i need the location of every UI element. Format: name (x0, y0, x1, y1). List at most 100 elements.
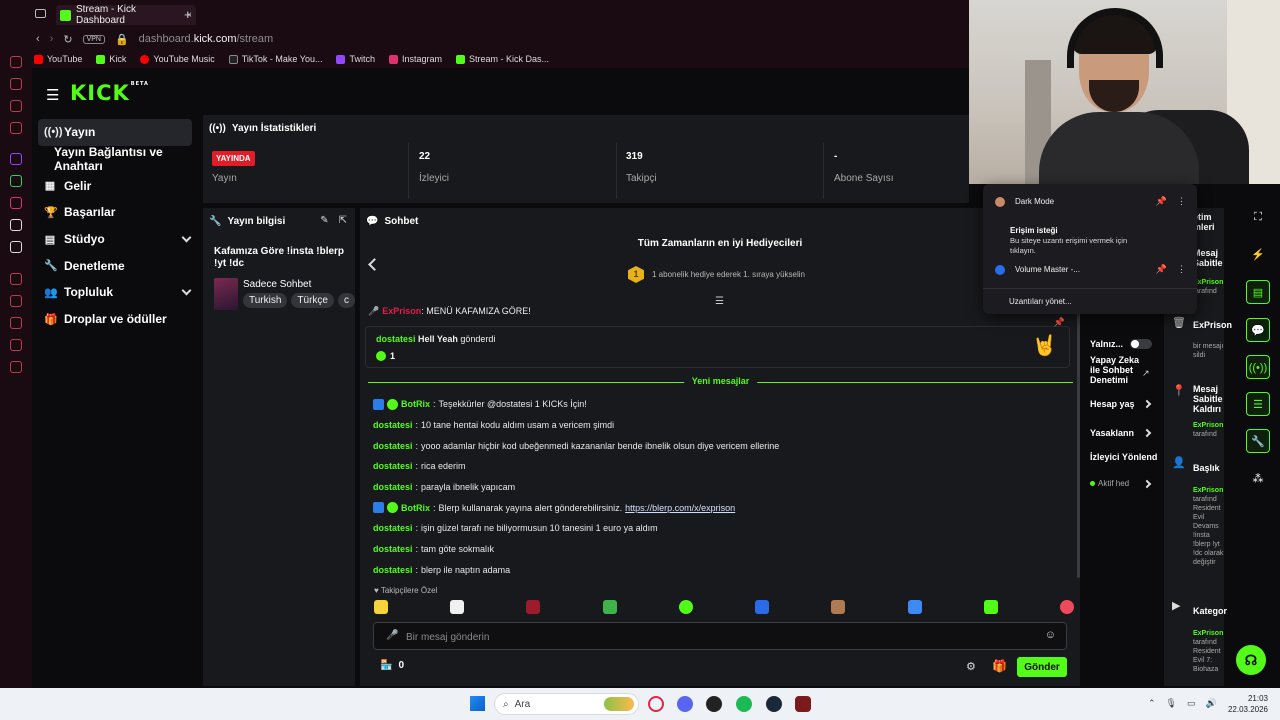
instagram-icon[interactable] (10, 197, 22, 209)
browser-tab-kick[interactable]: Stream - Kick Dashboard × (56, 4, 196, 26)
nav-item-drops[interactable]: 🎁 Droplar ve ödüller (38, 306, 198, 333)
url-text[interactable]: dashboard.kick.com/stream (139, 33, 274, 45)
steam-icon[interactable] (766, 696, 782, 712)
broadcast-icon[interactable]: ((•)) (1246, 355, 1270, 379)
emote-icon[interactable] (526, 600, 541, 614)
extension-volume-master[interactable]: Volume Master -... 📌 ⋮ (995, 264, 1186, 275)
windows-start-icon[interactable] (470, 696, 485, 711)
new-tab-button[interactable]: + (184, 7, 192, 22)
edit-icon[interactable]: ✎ (320, 215, 328, 226)
reload-icon[interactable]: ↻ (63, 33, 72, 46)
moderation-list-icon[interactable]: ☰ (1246, 392, 1270, 416)
document-icon[interactable]: ▤ (1246, 280, 1270, 304)
menu-icon[interactable]: ☰ (46, 86, 59, 104)
speaker-icon[interactable]: 🔊 (1206, 698, 1217, 709)
mod-item-account-age[interactable]: Hesap yaş (1090, 399, 1135, 409)
emote-icon[interactable] (602, 600, 617, 614)
game-icon[interactable] (795, 696, 811, 712)
bookmark-youtube-music[interactable]: YouTube Music (140, 54, 215, 64)
kick-logo[interactable]: KICKBETA (70, 81, 149, 105)
twitch-icon[interactable] (10, 153, 22, 165)
emote-icon[interactable] (831, 600, 846, 614)
sidebar-app-icon[interactable] (10, 56, 22, 68)
settings-icon[interactable] (10, 361, 22, 373)
fullscreen-icon[interactable]: ⛶ (1246, 205, 1270, 229)
send-button[interactable]: Gönder (1017, 657, 1067, 677)
support-chat-icon[interactable]: ☊ (1236, 645, 1266, 675)
emote-icon[interactable] (678, 600, 693, 614)
sidebar-app-icon[interactable] (10, 273, 22, 285)
nav-item-revenue[interactable]: ▦ Gelir (38, 172, 198, 199)
spotify-icon[interactable] (736, 696, 752, 712)
pin-icon[interactable]: 📌 (1054, 317, 1065, 328)
bookmark-tiktok[interactable]: TikTok - Make You... (228, 54, 322, 64)
chat-scrollbar[interactable] (1077, 308, 1080, 578)
nav-item-stream[interactable]: ((•)) Yayın (38, 119, 192, 146)
mod-item-followers-only[interactable]: Yalnız... (1090, 339, 1123, 349)
opera-taskbar-icon[interactable] (648, 696, 664, 712)
sidebar-app-icon[interactable] (10, 78, 22, 90)
lightning-icon[interactable]: ⚡ (1246, 243, 1270, 267)
more-options-icon[interactable]: ⋮ (1177, 196, 1186, 207)
gift-icon[interactable]: 🎁 (992, 659, 1007, 673)
emoji-icon[interactable]: ☺ (1045, 629, 1056, 641)
back-icon[interactable]: ‹ (36, 33, 40, 45)
bookmark-instagram[interactable]: Instagram (388, 54, 442, 64)
more-options-icon[interactable]: ⋮ (1177, 264, 1186, 275)
emote-icon[interactable] (1059, 600, 1074, 614)
wrench-icon[interactable]: 🔧 (1246, 429, 1270, 453)
mod-item-ai-moderation[interactable]: Yapay Zeka ile Sohbet Denetimi (1090, 355, 1142, 385)
manage-extensions-link[interactable]: Uzantıları yönet... (983, 288, 1197, 314)
chevron-up-icon[interactable]: ⌃ (1148, 698, 1156, 709)
active-target[interactable]: Aktif hed (1090, 479, 1129, 489)
external-link-icon[interactable]: ↗ (1142, 368, 1150, 379)
followers-only-toggle[interactable] (1130, 339, 1152, 349)
microphone-icon[interactable]: 🎙 (1166, 698, 1177, 709)
discord-icon[interactable] (677, 696, 693, 712)
sidebar-app-icon[interactable] (10, 295, 22, 307)
sidebar-app-icon[interactable] (10, 100, 22, 112)
chevron-left-icon[interactable] (368, 258, 381, 271)
bookmark-kick[interactable]: Kick (96, 54, 126, 64)
nav-item-studio[interactable]: ▤ Stüdyo (38, 226, 198, 253)
emote-icon[interactable] (450, 600, 465, 614)
bookmark-kick-dashboard[interactable]: Stream - Kick Das... (456, 54, 549, 64)
chat-link[interactable]: https://blerp.com/x/exprison (625, 503, 735, 513)
obs-icon[interactable] (706, 696, 722, 712)
network-icon[interactable]: ▭ (1187, 698, 1196, 709)
sidebar-app-icon[interactable] (10, 339, 22, 351)
tag[interactable]: c (337, 293, 355, 308)
category-thumbnail[interactable] (214, 278, 238, 310)
pin-icon[interactable]: 📌 (1156, 196, 1167, 207)
tab-switcher-icon[interactable] (35, 9, 46, 18)
more-apps-icon[interactable]: ⁂ (1246, 467, 1270, 491)
tag[interactable]: Turkish (243, 293, 288, 308)
popout-icon[interactable]: ⇱ (339, 215, 347, 226)
chat-message-input[interactable] (406, 629, 1026, 645)
access-request-desc[interactable]: Bu siteye uzantı erişimi vermek için tık… (1010, 236, 1140, 256)
tag[interactable]: Türkçe (291, 293, 334, 308)
tiktok-icon[interactable] (10, 219, 22, 231)
bookmark-twitch[interactable]: Twitch (336, 54, 375, 64)
address-bar[interactable]: ‹ › ↻ VPN 🔒 dashboard.kick.com/stream (32, 28, 972, 50)
category-name[interactable]: Sadece Sohbet (243, 279, 311, 290)
nav-item-moderation[interactable]: 🔧 Denetleme (38, 252, 198, 279)
nav-item-stream-key[interactable]: Yayın Bağlantısı ve Anahtarı (38, 145, 198, 173)
nav-item-community[interactable]: 👥 Topluluk (38, 279, 198, 306)
sidebar-app-icon[interactable] (10, 122, 22, 134)
emote-icon[interactable] (907, 600, 922, 614)
history-icon[interactable] (10, 317, 22, 329)
nav-item-achievements[interactable]: 🏆 Başarılar (38, 199, 198, 226)
chat-icon[interactable]: 💬 (1246, 318, 1270, 342)
pin-icon[interactable]: 📌 (1156, 264, 1167, 275)
emote-icon[interactable] (983, 600, 998, 614)
emote-icon[interactable] (755, 600, 770, 614)
extension-dark-mode[interactable]: Dark Mode 📌 ⋮ (995, 196, 1186, 207)
bookmark-youtube[interactable]: YouTube (34, 54, 82, 64)
mod-item-viewer-redirect[interactable]: İzleyici Yönlend (1090, 452, 1157, 462)
gear-icon[interactable]: ⚙ (966, 660, 976, 673)
kicks-balance[interactable]: 🏪 0 (380, 660, 404, 671)
forward-icon[interactable]: › (50, 33, 54, 45)
taskbar-clock[interactable]: 21:03 22.03.2026 (1222, 693, 1268, 715)
taskbar-search[interactable]: ⌕ Ara (494, 693, 639, 715)
